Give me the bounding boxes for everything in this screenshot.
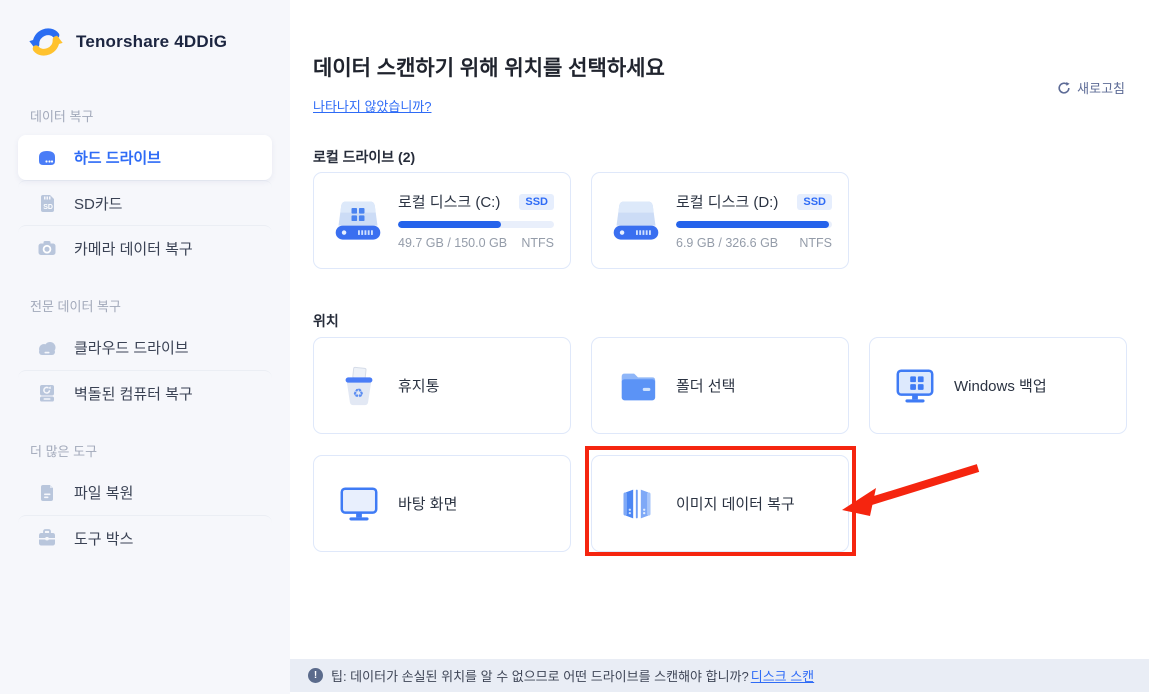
sidebar-item-camera-recovery[interactable]: 카메라 데이터 복구 [18, 225, 272, 270]
app-title: Tenorshare 4DDiG [76, 32, 227, 52]
svg-text:♻: ♻ [353, 386, 364, 400]
ssd-badge: SSD [797, 194, 832, 210]
sidebar-item-label: 클라우드 드라이브 [74, 337, 189, 358]
disk-scan-link[interactable]: 디스크 스캔 [751, 666, 814, 685]
hard-drive-icon [36, 147, 58, 169]
image-data-recovery-icon [614, 481, 660, 527]
cloud-icon [36, 337, 58, 359]
refresh-label: 새로고침 [1077, 78, 1125, 97]
sidebar-section-label: 전문 데이터 복구 [30, 296, 290, 315]
svg-text:SD: SD [43, 204, 53, 211]
drive-name: 로컬 디스크 (C:) [398, 191, 500, 212]
sidebar-item-label: 벽돌된 컴퓨터 복구 [74, 383, 193, 404]
location-label: 폴더 선택 [676, 375, 735, 396]
hard-disk-c-icon [332, 196, 384, 246]
refresh-icon [1057, 81, 1071, 95]
sidebar-section-label: 데이터 복구 [30, 106, 290, 125]
sidebar-item-label: 파일 복원 [74, 482, 133, 503]
info-icon: ! [308, 668, 323, 683]
toolbox-icon [36, 527, 58, 549]
location-label: 이미지 데이터 복구 [676, 493, 795, 514]
sidebar-item-hard-drive[interactable]: 하드 드라이브 [18, 135, 272, 180]
sidebar-item-label: 카메라 데이터 복구 [74, 238, 193, 259]
main-content: 데이터 스캔하기 위해 위치를 선택하세요 나타나지 않았습니까? 새로고침 로… [290, 0, 1149, 694]
sidebar-nav: 데이터 복구 하드 드라이브 SD [0, 106, 290, 560]
app-logo-row: Tenorshare 4DDiG [0, 0, 290, 62]
app-window: Tenorshare 4DDiG 데이터 복구 하드 드라이브 [0, 0, 1149, 694]
drive-filesystem: NTFS [521, 236, 554, 250]
location-card-recycle-bin[interactable]: ♻ 휴지통 [313, 337, 571, 434]
sidebar-item-label: SD카드 [74, 193, 122, 214]
sidebar-item-cloud-drive[interactable]: 클라우드 드라이브 [18, 325, 272, 370]
camera-icon [36, 237, 58, 259]
location-label: 휴지통 [398, 375, 439, 396]
drive-name: 로컬 디스크 (D:) [676, 191, 778, 212]
tip-bar: ! 팁: 데이터가 손실된 위치를 알 수 없으므로 어떤 드라이브를 스캔해야… [290, 659, 1149, 692]
drive-usage-bar [398, 221, 554, 228]
not-showing-link[interactable]: 나타나지 않았습니까? [313, 96, 431, 115]
drive-usage-text: 6.9 GB / 326.6 GB [676, 236, 778, 250]
drive-filesystem: NTFS [799, 236, 832, 250]
locations-header: 위치 [313, 311, 339, 331]
hard-disk-d-icon [610, 196, 662, 246]
drive-usage-text: 49.7 GB / 150.0 GB [398, 236, 507, 250]
local-drives-header: 로컬 드라이브 (2) [313, 147, 415, 167]
location-card-desktop[interactable]: 바탕 화면 [313, 455, 571, 552]
sidebar: Tenorshare 4DDiG 데이터 복구 하드 드라이브 [0, 0, 290, 694]
sidebar-item-sd-card[interactable]: SD SD카드 [18, 180, 272, 225]
bricked-computer-icon [36, 382, 58, 404]
drive-card-d[interactable]: 로컬 디스크 (D:) SSD 6.9 GB / 326.6 GB NTFS [591, 172, 849, 269]
drive-card-c[interactable]: 로컬 디스크 (C:) SSD 49.7 GB / 150.0 GB NTFS [313, 172, 571, 269]
sidebar-item-bricked-computer[interactable]: 벽돌된 컴퓨터 복구 [18, 370, 272, 415]
sd-card-icon: SD [36, 192, 58, 214]
sidebar-item-toolbox[interactable]: 도구 박스 [18, 515, 272, 560]
ssd-badge: SSD [519, 194, 554, 210]
sidebar-section-label: 더 많은 도구 [30, 441, 290, 460]
app-logo-icon [26, 22, 66, 62]
location-label: Windows 백업 [954, 375, 1047, 396]
annotation-arrow-icon [838, 448, 988, 530]
location-card-windows-backup[interactable]: Windows 백업 [869, 337, 1127, 434]
folder-select-icon [614, 363, 660, 409]
windows-backup-icon [892, 363, 938, 409]
drive-usage-bar [676, 221, 832, 228]
location-card-image-data-recovery[interactable]: 이미지 데이터 복구 [591, 455, 849, 552]
page-title: 데이터 스캔하기 위해 위치를 선택하세요 [313, 52, 665, 82]
sidebar-item-label: 하드 드라이브 [74, 147, 161, 168]
tip-text: 팁: 데이터가 손실된 위치를 알 수 없으므로 어떤 드라이브를 스캔해야 합… [331, 666, 749, 685]
desktop-icon [336, 481, 382, 527]
recycle-bin-icon: ♻ [336, 363, 382, 409]
location-label: 바탕 화면 [398, 493, 457, 514]
file-restore-icon [36, 482, 58, 504]
sidebar-item-label: 도구 박스 [74, 528, 133, 549]
sidebar-item-file-restore[interactable]: 파일 복원 [18, 470, 272, 515]
refresh-button[interactable]: 새로고침 [1057, 78, 1125, 97]
location-card-folder-select[interactable]: 폴더 선택 [591, 337, 849, 434]
